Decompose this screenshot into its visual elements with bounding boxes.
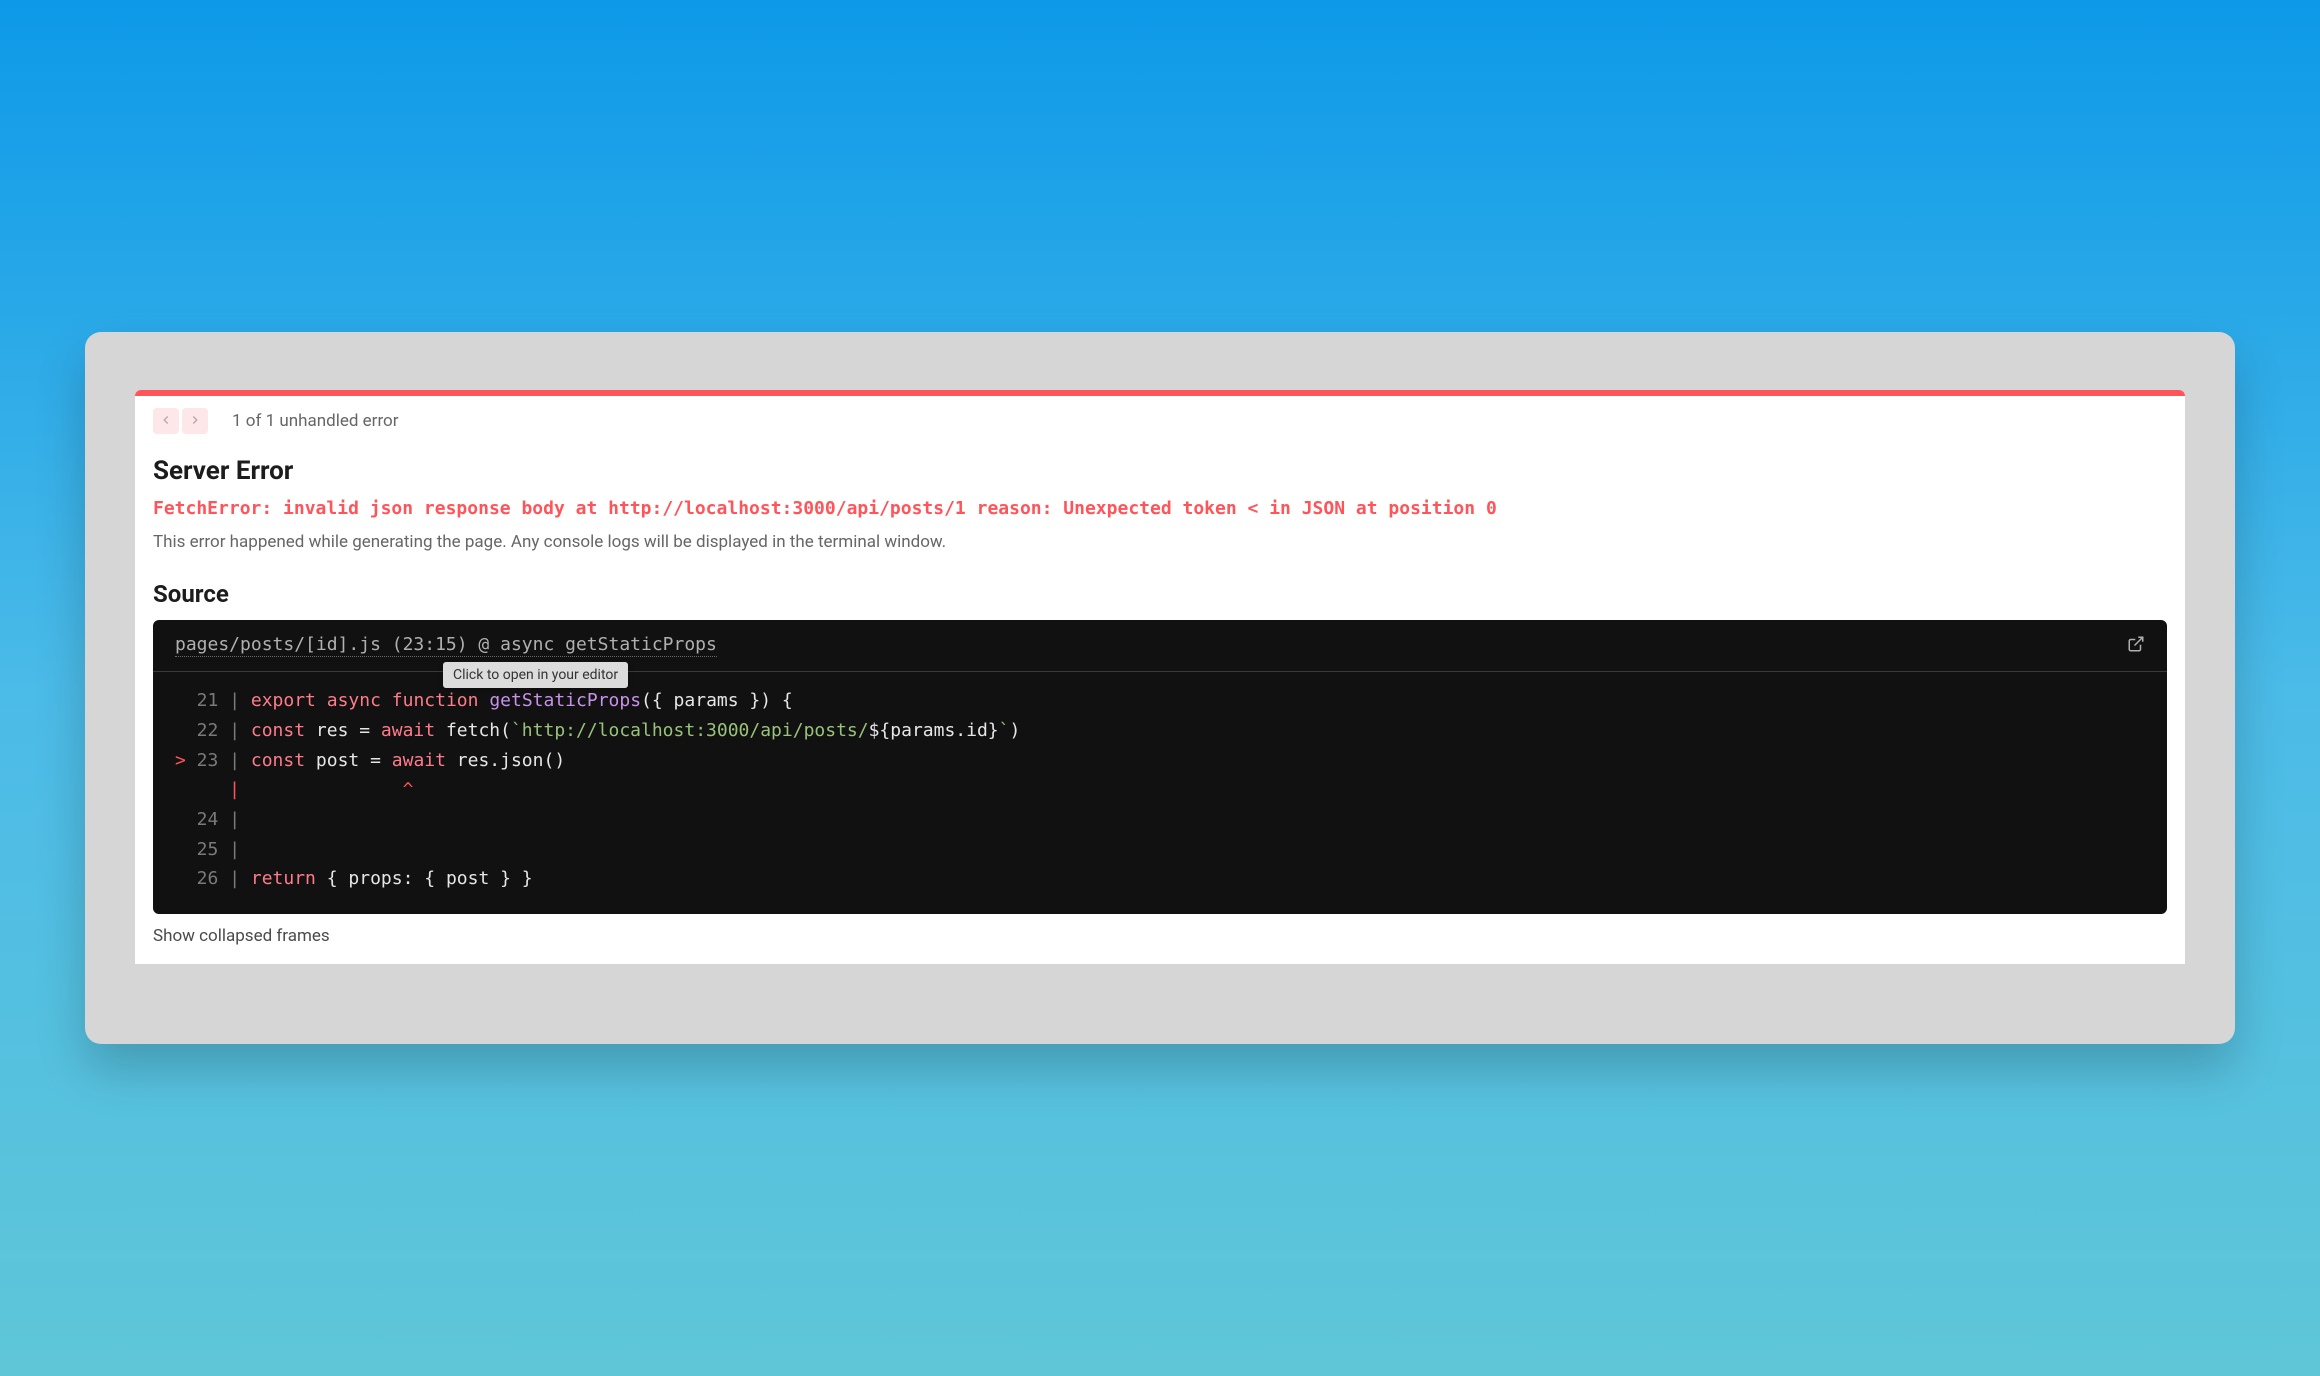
arrow-left-icon [159, 412, 173, 431]
code-line: 22 | const res = await fetch(`http://loc… [175, 716, 2145, 746]
code-line: 25 | [175, 835, 2145, 865]
open-in-editor-button[interactable] [2127, 635, 2145, 657]
error-hint: This error happened while generating the… [153, 532, 2167, 552]
show-collapsed-frames-button[interactable]: Show collapsed frames [153, 926, 2167, 946]
code-header: pages/posts/[id].js (23:15) @ async getS… [153, 620, 2167, 672]
source-code-block: pages/posts/[id].js (23:15) @ async getS… [153, 620, 2167, 914]
prev-error-button[interactable] [153, 408, 179, 434]
code-line: 26 | return { props: { post } } [175, 864, 2145, 894]
source-section-title: Source [153, 580, 2167, 608]
code-line: 21 | export async function getStaticProp… [175, 686, 2145, 716]
source-file-path[interactable]: pages/posts/[id].js (23:15) @ async getS… [175, 634, 717, 657]
code-body: 21 | export async function getStaticProp… [153, 672, 2167, 914]
next-error-button[interactable] [182, 408, 208, 434]
editor-tooltip: Click to open in your editor [443, 662, 628, 688]
error-message: FetchError: invalid json response body a… [153, 496, 2167, 522]
arrow-right-icon [188, 412, 202, 431]
code-line-error: > 23 | const post = await res.json() [175, 746, 2145, 776]
error-title: Server Error [153, 456, 2167, 486]
external-link-icon [2127, 638, 2145, 657]
error-count-text: 1 of 1 unhandled error [232, 411, 399, 431]
error-header: 1 of 1 unhandled error [135, 396, 2185, 446]
code-line: 24 | [175, 805, 2145, 835]
error-content: Server Error FetchError: invalid json re… [135, 446, 2185, 964]
error-nav-buttons [153, 408, 208, 434]
error-overlay-card: 1 of 1 unhandled error Server Error Fetc… [135, 390, 2185, 964]
outer-container: 1 of 1 unhandled error Server Error Fetc… [85, 332, 2235, 1044]
error-caret-line: | ^ [175, 775, 2145, 805]
